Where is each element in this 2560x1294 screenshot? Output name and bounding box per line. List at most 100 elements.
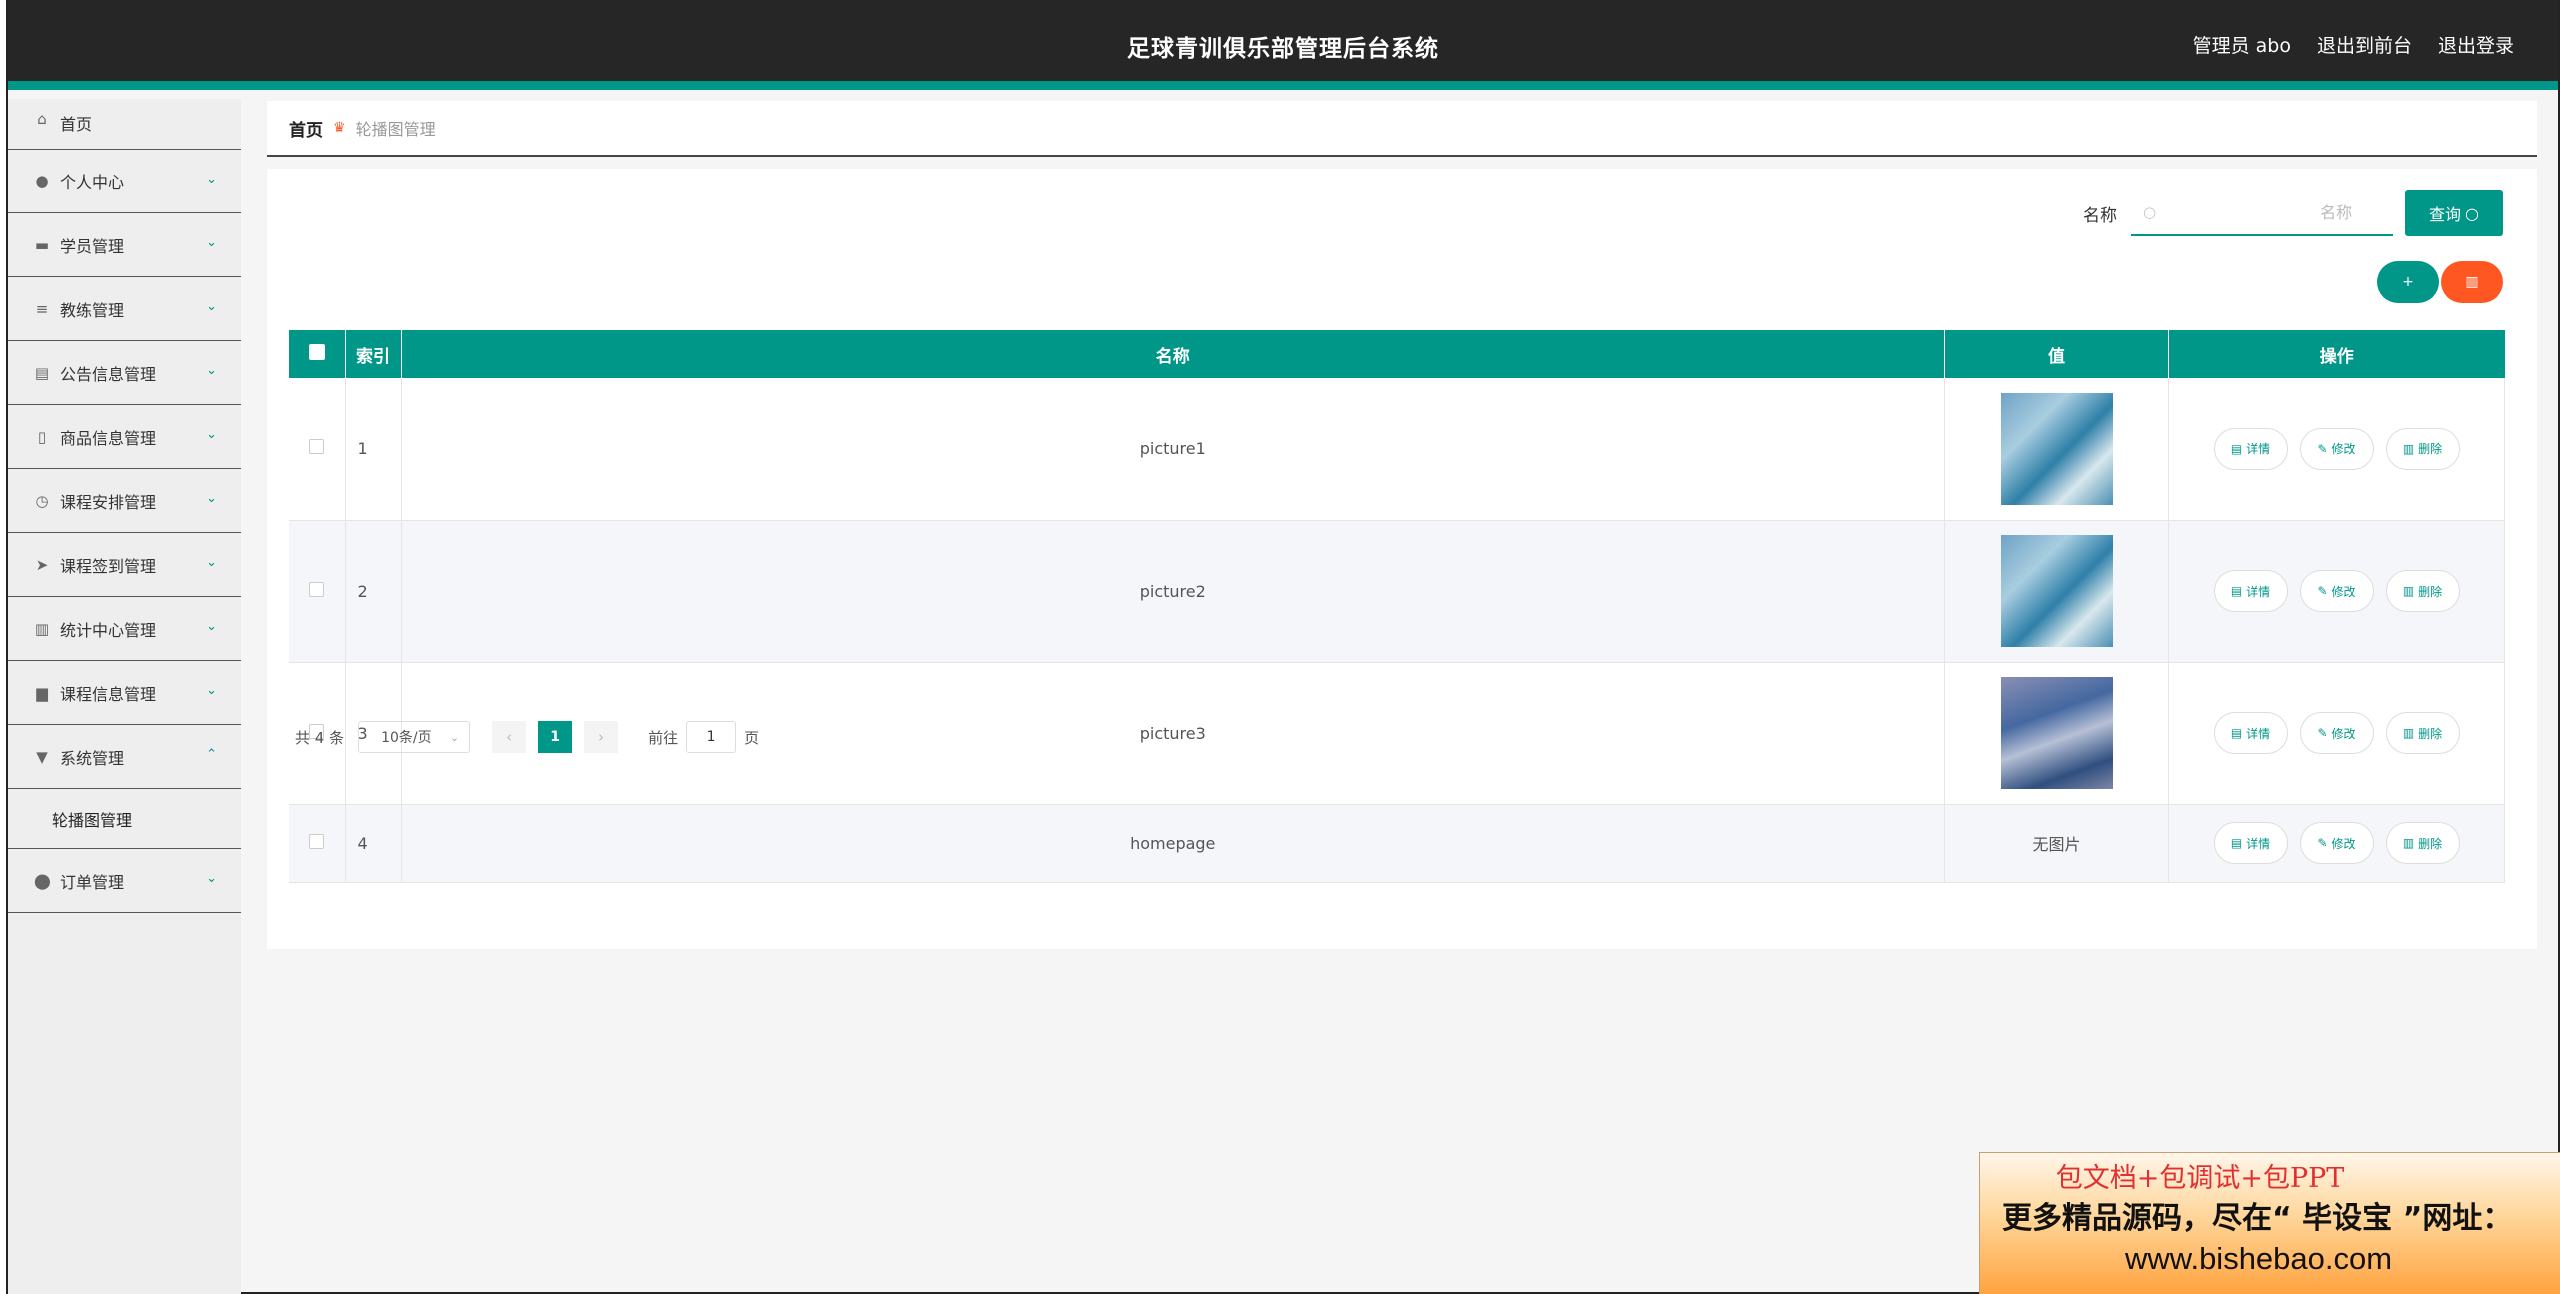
detail-button[interactable]: ▤ 详情 [2213,712,2288,754]
chevron-down-icon: ⌄ [206,683,217,698]
header-ops: 操作 [2168,330,2505,378]
goto-prefix: 前往 [648,728,679,747]
top-nav: 管理员 abo 退出到前台 退出登录 [2193,31,2514,58]
delete-button[interactable]: ▥ 删除 [2385,712,2460,754]
carousel-thumbnail[interactable] [2000,535,2113,647]
sidebar-item-course-info[interactable]: ▆ 课程信息管理 ⌄ [8,661,241,725]
search-field: ○ [2131,190,2393,236]
sidebar-item-label: 订单管理 [60,872,125,892]
promo-line-1: 包文档+包调试+包PPT [2055,1163,2345,1194]
header-value: 值 [1944,330,2169,378]
trash-icon: ▥ [2465,274,2479,290]
sidebar-item-system-management[interactable]: ▼ 系统管理 ⌃ [8,725,241,789]
chevron-down-icon: ⌄ [206,427,217,442]
edit-icon: ✎ [2317,836,2328,850]
page-size-value: 10条/页 [381,730,432,746]
sidebar-item-coach-management[interactable]: ≡ 教练管理 ⌄ [8,277,241,341]
goto-suffix: 页 [744,728,760,747]
promo-url: www.bishebao.com [2125,1241,2393,1276]
delete-button[interactable]: ▥ 删除 [2385,427,2460,470]
next-page-button[interactable]: › [584,721,619,753]
row-checkbox-cell [289,378,346,521]
sidebar-item-goods-management[interactable]: ▯ 商品信息管理 ⌄ [8,405,241,469]
document-icon: ▤ [2230,441,2243,456]
carousel-thumbnail[interactable] [2000,677,2113,789]
logout-link[interactable]: 退出登录 [2438,31,2514,58]
promo-line-2: 更多精品源码，尽在“ 毕设宝 ”网址： [2002,1201,2513,1236]
delete-button[interactable]: ▥ 删除 [2385,822,2460,864]
sidebar-item-student-management[interactable]: ▬ 学员管理 ⌄ [8,213,241,277]
breadcrumb: 首页 ♛ 轮播图管理 [267,101,2537,157]
edit-icon: ✎ [2317,441,2328,456]
row-checkbox[interactable] [309,439,325,455]
data-table: 索引 名称 值 操作 1 picture1 ▤ 详情 ✎ 修改 ▥ 删除 2 p… [289,330,2505,883]
sidebar-item-statistics[interactable]: ▥ 统计中心管理 ⌄ [8,597,241,661]
row-checkbox-cell [289,804,346,883]
goto-page-input[interactable] [686,721,737,753]
sidebar-item-label: 公告信息管理 [60,364,157,384]
app-title: 足球青训俱乐部管理后台系统 [1127,36,1439,62]
row-name: picture1 [401,378,1945,521]
sidebar-item-label: 系统管理 [60,748,125,768]
page-number-current[interactable]: 1 [538,721,573,753]
edit-icon: ✎ [2317,584,2328,598]
chevron-down-icon: ⌄ [206,871,217,886]
chevron-down-icon: ⌄ [206,299,217,314]
sidebar-item-label: 商品信息管理 [60,428,157,448]
app-frame: 足球青训俱乐部管理后台系统 管理员 abo 退出到前台 退出登录 ⌂ 首页 ● … [6,0,2560,1294]
table-row: 1 picture1 ▤ 详情 ✎ 修改 ▥ 删除 [289,378,2505,521]
detail-button[interactable]: ▤ 详情 [2213,570,2288,612]
row-index: 2 [345,520,402,663]
mobile-icon: ▯ [37,427,47,446]
batch-delete-button[interactable]: ▥ [2441,261,2503,303]
query-button[interactable]: 查询 ○ [2405,190,2503,236]
detail-label: 详情 [2246,726,2271,741]
chevron-up-icon: ⌃ [206,747,217,762]
sidebar-item-home[interactable]: ⌂ 首页 [8,99,241,149]
delete-button[interactable]: ▥ 删除 [2385,570,2460,612]
pagination-total: 共 4 条 [295,728,345,747]
action-bar: + ▥ [2377,261,2503,303]
document-icon: ▤ [2230,584,2243,598]
user-icon: ● [35,172,49,190]
content-panel: 名称 ○ 查询 ○ + ▥ [267,169,2537,949]
detail-label: 详情 [2246,584,2271,599]
bar-chart-icon: ▥ [34,619,50,638]
sidebar-subitem-carousel[interactable]: 轮播图管理 [8,789,241,849]
detail-button[interactable]: ▤ 详情 [2213,427,2288,470]
edit-button[interactable]: ✎ 修改 [2299,427,2374,470]
row-value-no-image: 无图片 [1944,804,2169,883]
sidebar-item-order-management[interactable]: ⬤ 订单管理 ⌄ [8,849,241,913]
list-icon: ≡ [35,299,49,318]
promo-banner[interactable]: 包文档+包调试+包PPT 更多精品源码，尽在“ 毕设宝 ”网址： www.bis… [1979,1152,2560,1294]
sidebar-item-course-schedule[interactable]: ◷ 课程安排管理 ⌄ [8,469,241,533]
page-size-select[interactable]: 10条/页 ⌄ [358,721,471,753]
admin-user-label[interactable]: 管理员 abo [2193,31,2291,58]
sidebar-item-label: 课程安排管理 [60,492,157,512]
select-all-checkbox[interactable] [308,343,325,360]
trash-icon: ▥ [2402,726,2415,740]
sidebar-item-notice-management[interactable]: ▤ 公告信息管理 ⌄ [8,341,241,405]
sidebar-item-label: 课程签到管理 [60,556,157,576]
sidebar-item-label: 统计中心管理 [60,620,157,640]
printer-icon: ▆ [36,683,48,702]
breadcrumb-separator-icon: ♛ [333,120,346,136]
edit-button[interactable]: ✎ 修改 [2299,822,2374,864]
detail-button[interactable]: ▤ 详情 [2213,822,2288,864]
sidebar-item-personal-center[interactable]: ● 个人中心 ⌄ [8,149,241,213]
row-checkbox[interactable] [309,833,325,849]
prev-page-button[interactable]: ‹ [492,721,527,753]
search-input[interactable] [2156,192,2367,232]
exit-to-front-link[interactable]: 退出到前台 [2317,31,2412,58]
row-checkbox[interactable] [309,581,325,597]
edit-button[interactable]: ✎ 修改 [2299,570,2374,612]
edit-icon: ✎ [2317,726,2328,740]
header-index: 索引 [345,330,402,378]
edit-button[interactable]: ✎ 修改 [2299,712,2374,754]
breadcrumb-home[interactable]: 首页 [289,116,323,141]
carousel-thumbnail[interactable] [2000,392,2113,505]
add-button[interactable]: + [2377,261,2439,303]
sidebar-item-course-checkin[interactable]: ➤ 课程签到管理 ⌄ [8,533,241,597]
row-value [1944,662,2169,805]
top-bar: 足球青训俱乐部管理后台系统 管理员 abo 退出到前台 退出登录 [8,0,2558,90]
